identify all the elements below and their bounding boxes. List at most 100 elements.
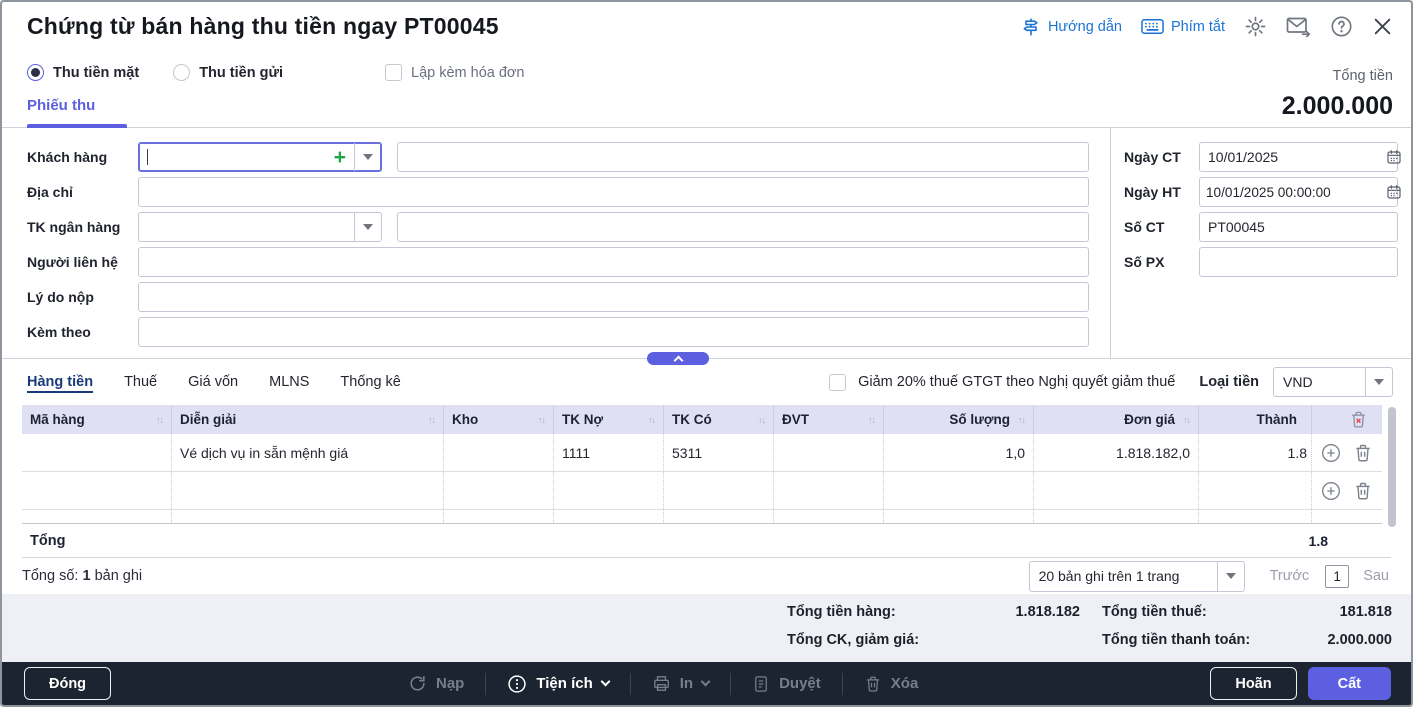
help-button[interactable] — [1330, 15, 1353, 38]
utilities-icon — [508, 674, 527, 693]
contact-label: Người liên hệ — [27, 254, 118, 270]
voucher-form: Khách hàng + Địa chỉ TK ngân hàng Người … — [2, 128, 1411, 359]
customer-name-input[interactable] — [397, 142, 1089, 172]
sales-voucher-window: Chứng từ bán hàng thu tiền ngay PT00045 … — [0, 0, 1413, 707]
radio-cash-label: Thu tiền mặt — [53, 64, 140, 81]
bank-account-combobox[interactable] — [138, 212, 382, 242]
delete-row-icon[interactable] — [1353, 481, 1373, 501]
shortcuts-link[interactable]: Phím tắt — [1141, 18, 1225, 35]
posting-date-input[interactable] — [1199, 177, 1398, 207]
col-header-thanh-tien[interactable]: Thành — [1199, 405, 1312, 434]
doc-no-input[interactable] — [1199, 212, 1398, 242]
delete-row-icon[interactable] — [1353, 443, 1373, 463]
gear-icon — [1245, 16, 1266, 37]
page-size-dropdown-button[interactable] — [1216, 561, 1244, 591]
col-header-don-gia[interactable]: Đơn giá ↑↓ — [1034, 405, 1199, 434]
cell-don-gia[interactable]: 1.818.182,0 — [1034, 434, 1199, 471]
checkbox-with-invoice-control[interactable] — [385, 64, 402, 81]
currency-select[interactable]: VND — [1273, 367, 1393, 397]
col-header-kho[interactable]: Kho ↑↓ — [444, 405, 554, 434]
currency-label: Loại tiền — [1199, 374, 1259, 390]
utilities-button[interactable]: Tiện ích — [493, 674, 622, 694]
col-header-dvt[interactable]: ĐVT ↑↓ — [774, 405, 884, 434]
action-bar: Đóng Nạp Tiện ích In Duyệt Xóa Hoãn Cất — [2, 662, 1411, 705]
calendar-icon[interactable] — [1386, 184, 1402, 205]
table-row: Vé dịch vụ in sẵn mệnh giá 1111 5311 1,0… — [22, 434, 1382, 472]
prev-page-button[interactable]: Trước — [1270, 568, 1310, 584]
page-size-select[interactable]: 20 bản ghi trên 1 trang — [1028, 560, 1245, 592]
delete-button[interactable]: Xóa — [850, 675, 933, 693]
cell-so-luong[interactable]: 1,0 — [884, 434, 1034, 471]
approve-button[interactable]: Duyệt — [738, 675, 835, 693]
add-row-icon[interactable] — [1321, 443, 1341, 463]
cell-tk-no[interactable]: 1111 — [554, 434, 664, 471]
reload-button[interactable]: Nạp — [394, 674, 478, 693]
vat-reduction-label: Giảm 20% thuế GTGT theo Nghị quyết giảm … — [858, 374, 1176, 390]
customer-combobox[interactable]: + — [138, 142, 382, 172]
detail-tab-bar: Hàng tiền Thuế Giá vốn MLNS Thống kê Giả… — [2, 359, 1411, 405]
checkbox-with-invoice[interactable]: Lập kèm hóa đơn — [385, 64, 525, 81]
radio-cash[interactable]: Thu tiền mặt — [27, 64, 139, 81]
send-feedback-button[interactable] — [1286, 16, 1311, 37]
cell-kho[interactable] — [444, 434, 554, 471]
bank-account-dropdown-button[interactable] — [354, 213, 381, 241]
reason-input[interactable] — [138, 282, 1089, 312]
cell-dien-giai[interactable]: Vé dịch vụ in sẵn mệnh giá — [172, 434, 444, 471]
divider — [629, 672, 631, 695]
customer-dropdown-button[interactable] — [354, 143, 381, 171]
guide-label: Hướng dẫn — [1047, 18, 1122, 35]
calendar-icon[interactable] — [1386, 149, 1402, 170]
reason-label: Lý do nộp — [27, 289, 94, 305]
sort-icon: ↑↓ — [1183, 414, 1191, 425]
add-row-icon[interactable] — [1321, 481, 1341, 501]
col-header-ma-hang[interactable]: Mã hàng ↑↓ — [22, 405, 172, 434]
radio-bank-control[interactable] — [173, 64, 191, 81]
tab-goods-money[interactable]: Hàng tiền — [27, 374, 93, 390]
collapse-form-button[interactable] — [647, 352, 709, 365]
vat-reduction-checkbox[interactable] — [829, 373, 847, 391]
col-header-so-luong[interactable]: Số lượng ↑↓ — [884, 405, 1034, 434]
col-header-dien-giai[interactable]: Diễn giải ↑↓ — [172, 405, 444, 434]
close-button[interactable] — [1372, 16, 1393, 37]
delete-all-rows-icon[interactable] — [1349, 410, 1368, 429]
col-header-tk-no[interactable]: TK Nợ ↑↓ — [554, 405, 664, 434]
next-page-button[interactable]: Sau — [1363, 568, 1389, 584]
tab-cost[interactable]: Giá vốn — [188, 374, 238, 390]
cell-ma-hang[interactable] — [22, 434, 172, 471]
attachment-input[interactable] — [138, 317, 1089, 347]
add-customer-icon[interactable]: + — [334, 147, 346, 168]
sort-icon: ↑↓ — [648, 414, 656, 425]
close-voucher-button[interactable]: Đóng — [24, 667, 112, 700]
document-icon — [755, 675, 767, 692]
tab-receipt[interactable]: Phiếu thu — [27, 97, 95, 114]
settings-button[interactable] — [1244, 15, 1267, 38]
tab-tax[interactable]: Thuế — [124, 374, 157, 390]
record-count: 1 — [82, 568, 91, 584]
bank-name-input[interactable] — [397, 212, 1089, 242]
discount-total-label: Tổng CK, giảm giá: — [787, 632, 920, 648]
table-scrollbar[interactable] — [1388, 407, 1396, 527]
cell-tk-co[interactable]: 5311 — [664, 434, 774, 471]
guide-link[interactable]: Hướng dẫn — [1021, 17, 1122, 37]
tab-mlns[interactable]: MLNS — [269, 374, 309, 390]
tab-statistics[interactable]: Thống kê — [340, 374, 400, 390]
divider — [841, 672, 843, 695]
doc-date-input[interactable] — [1199, 142, 1398, 172]
customer-label: Khách hàng — [27, 149, 108, 165]
chevron-down-icon — [363, 154, 373, 160]
save-button[interactable]: Cất — [1307, 667, 1391, 700]
radio-cash-control[interactable] — [27, 64, 44, 81]
contact-input[interactable] — [138, 247, 1089, 277]
current-page-box[interactable]: 1 — [1325, 564, 1350, 588]
postpone-button[interactable]: Hoãn — [1210, 667, 1297, 700]
cell-dvt[interactable] — [774, 434, 884, 471]
delivery-no-input[interactable] — [1199, 247, 1398, 277]
print-button[interactable]: In — [638, 674, 723, 693]
radio-bank-label: Thu tiền gửi — [199, 64, 283, 81]
doc-no-label: Số CT — [1124, 219, 1165, 235]
radio-bank[interactable]: Thu tiền gửi — [173, 64, 283, 81]
currency-dropdown-button[interactable] — [1365, 368, 1392, 396]
address-input[interactable] — [138, 177, 1089, 207]
cell-thanh-tien[interactable]: 1.8 — [1199, 434, 1312, 471]
col-header-tk-co[interactable]: TK Có ↑↓ — [664, 405, 774, 434]
